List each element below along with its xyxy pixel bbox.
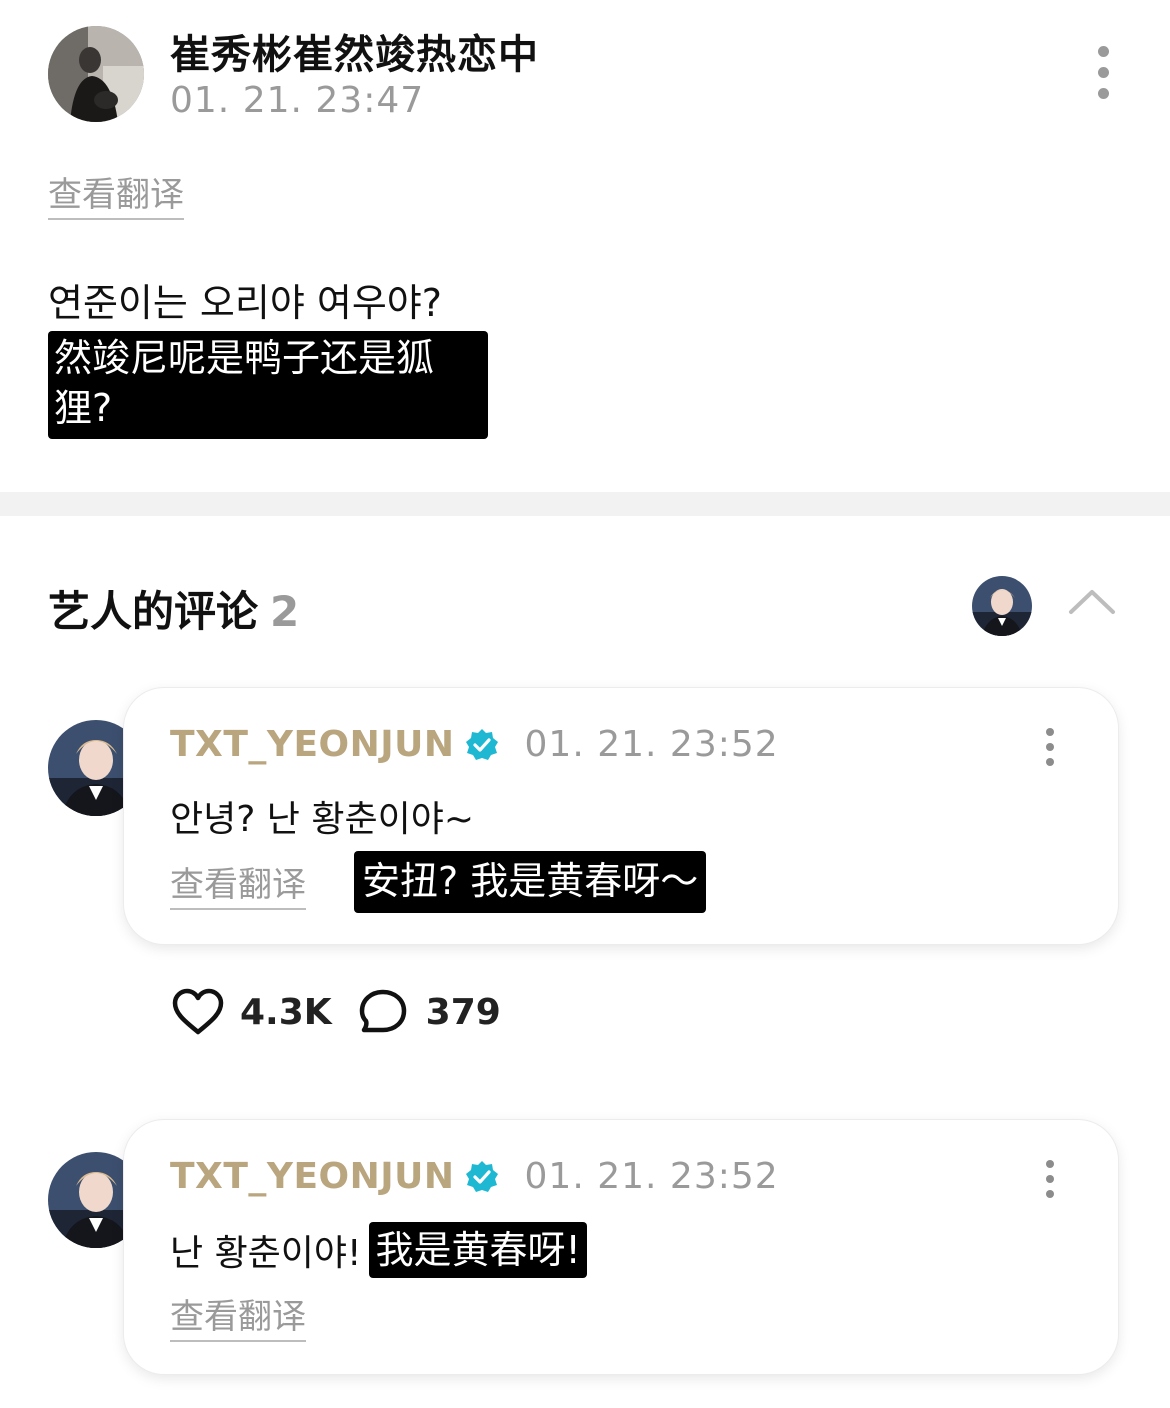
comment-translate-link[interactable]: 查看翻译 — [170, 864, 306, 910]
comment-reactions: 4.3K 379 — [172, 988, 501, 1036]
comment-text-row: 난 황춘이야! 我是黄春呀! — [170, 1222, 587, 1278]
artist-comments-count: 2 — [270, 587, 300, 636]
artist-comments-label: 艺人的评论 — [48, 587, 259, 636]
post-author-avatar[interactable] — [48, 26, 144, 122]
comment-author-name[interactable]: TXT_YEONJUN — [170, 724, 455, 765]
comment-caption-overlay: 我是黄春呀! — [369, 1222, 587, 1278]
chevron-up-icon[interactable] — [1068, 587, 1116, 615]
comment-header: TXT_YEONJUN 01. 21. 23:52 — [170, 724, 779, 765]
comment-text: 난 황춘이야! — [170, 1233, 362, 1274]
comment-text: 안녕? 난 황춘이야~ — [170, 799, 474, 840]
post-more-button[interactable] — [1098, 46, 1109, 99]
comment-timestamp: 01. 21. 23:52 — [524, 724, 779, 765]
post-caption-text: 然竣尼呢是鸭子还是狐狸? — [54, 336, 435, 430]
likes-count: 4.3K — [240, 991, 332, 1033]
post-author-name[interactable]: 崔秀彬崔然竣热恋中 — [170, 22, 539, 80]
verified-badge-icon — [465, 1160, 498, 1192]
comment-timestamp: 01. 21. 23:52 — [524, 1156, 779, 1197]
replies-count: 379 — [425, 991, 501, 1033]
comment-header: TXT_YEONJUN 01. 21. 23:52 — [170, 1156, 779, 1197]
post-body-text: 연준이는 오리야 여우야? — [48, 281, 442, 325]
heart-icon[interactable] — [172, 988, 224, 1036]
more-vertical-icon — [1098, 46, 1109, 57]
section-divider — [0, 492, 1170, 516]
more-vertical-icon — [1046, 1160, 1054, 1168]
post-caption-overlay: 然竣尼呢是鸭子还是狐狸? — [48, 331, 488, 439]
artist-avatar-small[interactable] — [972, 576, 1032, 636]
comment-bubble-icon[interactable] — [358, 988, 410, 1036]
verified-badge-icon — [465, 728, 498, 760]
comment-author-name[interactable]: TXT_YEONJUN — [170, 1156, 455, 1197]
artist-comments-title: 艺人的评论 2 — [48, 578, 299, 639]
comment-more-button[interactable] — [1046, 1160, 1054, 1198]
comment-more-button[interactable] — [1046, 728, 1054, 766]
more-vertical-icon — [1046, 728, 1054, 736]
post-translate-link[interactable]: 查看翻译 — [48, 174, 184, 220]
comment-translate-link[interactable]: 查看翻译 — [170, 1296, 306, 1342]
post-timestamp: 01. 21. 23:47 — [170, 80, 425, 121]
comment-caption-overlay: 安扭? 我是黄春呀～ — [354, 851, 707, 913]
